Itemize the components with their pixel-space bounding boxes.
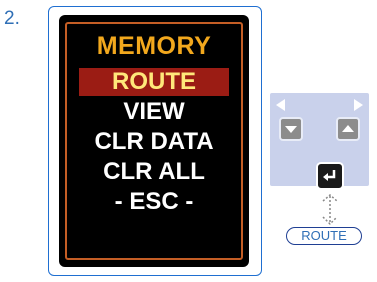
device-frame: MEMORY ROUTE VIEW CLR DATA CLR ALL - ESC… [48, 6, 262, 276]
route-button-label: ROUTE [286, 227, 362, 245]
menu-title: MEMORY [96, 32, 212, 60]
dotted-connector [322, 194, 338, 226]
up-button[interactable] [336, 117, 360, 141]
lcd-display: MEMORY ROUTE VIEW CLR DATA CLR ALL - ESC… [65, 22, 243, 260]
triangle-right-icon [354, 99, 363, 111]
triangle-down-icon [285, 126, 297, 133]
menu-item-clr-all[interactable]: CLR ALL [79, 158, 229, 186]
enter-return-icon [323, 170, 336, 181]
menu-item-esc[interactable]: - ESC - [79, 188, 229, 216]
triangle-left-icon [276, 99, 285, 111]
enter-button[interactable] [316, 162, 344, 190]
menu-item-route[interactable]: ROUTE [79, 68, 229, 96]
menu-item-view[interactable]: VIEW [79, 98, 229, 126]
down-button[interactable] [279, 117, 303, 141]
step-number: 2. [4, 8, 20, 29]
triangle-up-icon [342, 125, 354, 132]
device-screen: MEMORY ROUTE VIEW CLR DATA CLR ALL - ESC… [59, 15, 249, 267]
menu-item-clr-data[interactable]: CLR DATA [79, 128, 229, 156]
